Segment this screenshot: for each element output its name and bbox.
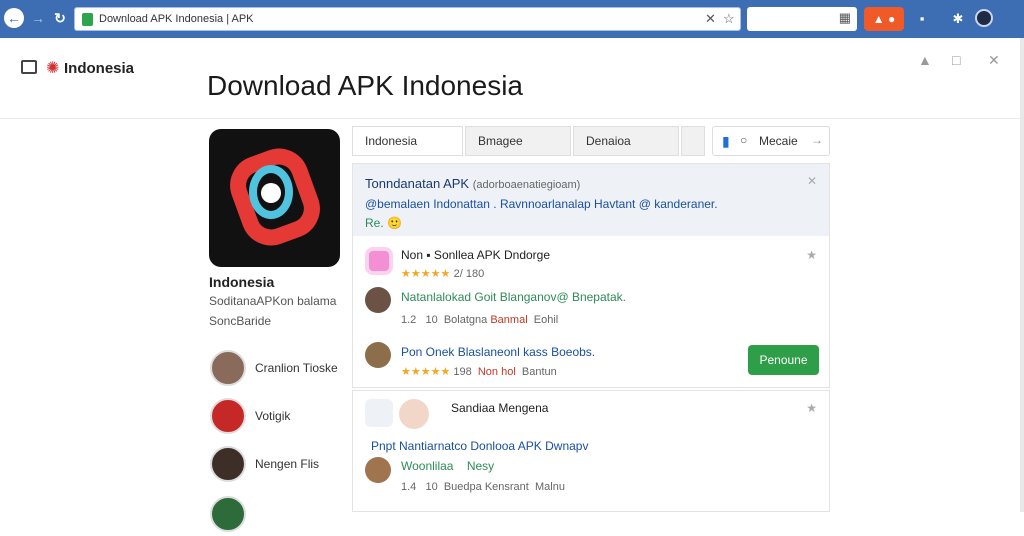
post-text: Woonlilaa Nesy (401, 459, 495, 473)
sidebar-item[interactable]: Nengen Flis (210, 446, 340, 486)
search-icon: ○ (740, 133, 748, 147)
app-name: Indonesia (209, 274, 275, 290)
post-title[interactable]: Non ▪ Sonllea APK Dndorge (401, 248, 550, 262)
app-subtitle: SoditanaAPKon balama (209, 294, 337, 308)
reload-icon[interactable]: ↻ (50, 8, 70, 28)
filter-button[interactable]: ▮ ○ Mecaie → (712, 126, 830, 156)
close-icon[interactable]: ✕ (807, 174, 817, 188)
page-content: ✺ Indonesia Download APK Indonesia ▲ □ ✕… (0, 38, 1020, 532)
sidebar-item[interactable] (210, 496, 340, 536)
site-logo-text[interactable]: Indonesia (64, 60, 134, 77)
avatar (210, 398, 246, 434)
post-title[interactable]: Sandiaa Mengena (451, 401, 548, 415)
tab-bmagee[interactable]: Bmagee (465, 126, 571, 156)
sidebar-item-label: Nengen Flis (255, 457, 320, 471)
comment-meta: 1.2 10 Bolatgna Banmal Eohil (401, 314, 559, 326)
avatar[interactable] (365, 342, 391, 368)
tab-indonesia[interactable]: Indonesia (352, 126, 463, 156)
close-icon[interactable]: ✕ (988, 52, 1000, 69)
forward-icon[interactable]: → (28, 8, 48, 28)
install-button[interactable]: Penoune (748, 345, 819, 375)
puzzle-icon[interactable]: ▪ (912, 9, 932, 29)
tab-denaioa[interactable]: Denaioa (573, 126, 679, 156)
app-subtitle-2: SoncBaride (209, 314, 272, 328)
close-icon[interactable]: ✕ (705, 11, 716, 27)
post-rating: ★★★★★ 2/ 180 (401, 268, 485, 280)
profile-avatar[interactable] (975, 9, 993, 27)
app-icon[interactable] (209, 129, 340, 267)
app-thumbnail[interactable] (365, 399, 393, 427)
address-text[interactable]: Download APK Indonesia | APK (99, 13, 254, 25)
feature-description-2: Re. 🙂 (365, 216, 402, 230)
search-box[interactable]: ▦ (747, 7, 857, 31)
star-icon[interactable]: ✱ (948, 9, 968, 29)
star-rating-icon: ★★★★★ (401, 268, 451, 280)
comment-text: Natanlalokad Goit Blanganov@ Bnepatak. (401, 290, 626, 304)
header-divider (0, 118, 1020, 119)
logo-icon: ✺ (46, 60, 60, 77)
avatar[interactable] (399, 399, 429, 429)
filter-label: Mecaie (759, 134, 798, 148)
comment-meta: ★★★★★ 198 Non hol Bantun (401, 366, 557, 378)
comment-text: Pon Onek Blaslaneonl kass Boeobs. (401, 345, 596, 359)
star-rating-icon: ★★★★★ (401, 366, 451, 378)
scrollbar[interactable] (1020, 38, 1024, 512)
tab-more[interactable] (681, 126, 705, 156)
window-icon[interactable]: □ (952, 52, 960, 68)
browser-toolbar: ← → ↻ Download APK Indonesia | APK ✕ ☆ ▦… (0, 0, 1024, 38)
menu-icon[interactable] (21, 60, 37, 74)
post-meta: 1.4 10 Buedpa Kensrant Malnu (401, 481, 565, 493)
address-bar[interactable]: Download APK Indonesia | APK ✕ ☆ (74, 7, 741, 31)
pin-icon[interactable]: ★ (806, 248, 817, 262)
avatar (210, 496, 246, 532)
feature-description: @bemalaen Indonattan . Ravnnoarlanalap H… (365, 197, 718, 211)
extension-icon[interactable]: ▦ (839, 10, 851, 26)
back-icon[interactable]: ← (4, 8, 24, 28)
arrow-right-icon: → (811, 133, 823, 147)
post-text: Pnpt Nantiarnatco Donlooa APK Dwnapv (371, 439, 589, 453)
extension-button[interactable]: ▲ ● (864, 7, 904, 31)
site-icon (82, 13, 93, 26)
sidebar-item[interactable]: Votigik (210, 398, 340, 438)
feature-title: Tonndanatan APK (adorboaenatiegioam) (365, 176, 581, 191)
bookmark-icon: ▮ (722, 133, 730, 149)
avatar (210, 350, 246, 386)
sidebar-item-label: Votigik (255, 409, 291, 423)
pin-icon[interactable]: ★ (806, 401, 817, 415)
avatar[interactable] (365, 287, 391, 313)
bookmark-star-icon[interactable]: ☆ (723, 11, 735, 27)
app-thumbnail[interactable] (365, 247, 393, 275)
avatar (210, 446, 246, 482)
sidebar-item-label: Cranlion Tioske (255, 361, 338, 375)
feed-card: Sandiaa Mengena ★ Pnpt Nantiarnatco Donl… (352, 390, 830, 512)
sidebar-item[interactable]: Cranlion Tioske (210, 350, 340, 390)
page-title: Download APK Indonesia (207, 70, 523, 101)
avatar[interactable] (365, 457, 391, 483)
bell-icon[interactable]: ▲ (918, 52, 932, 68)
